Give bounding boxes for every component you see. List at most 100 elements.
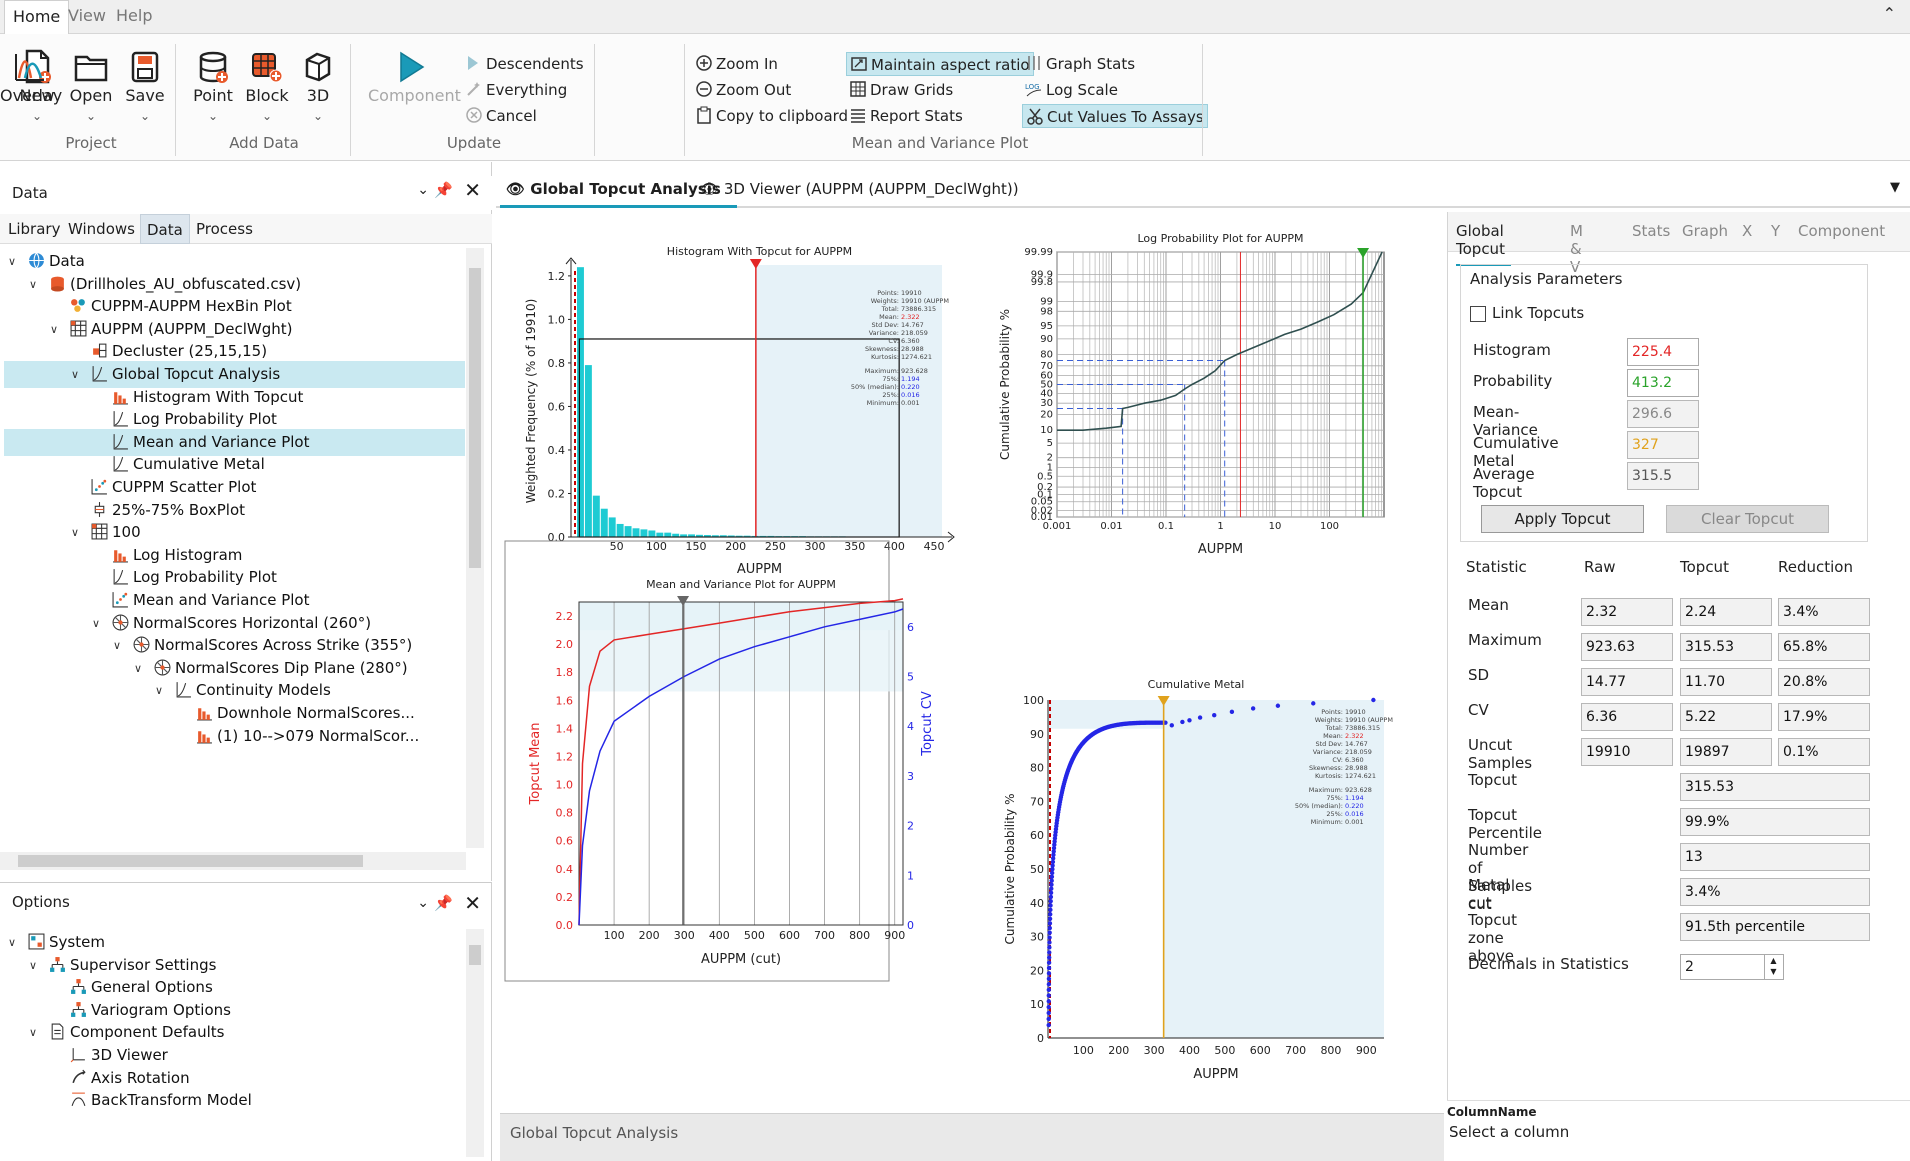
tab-windows[interactable]: Windows: [68, 220, 135, 238]
scrollbar-thumb[interactable]: [18, 855, 363, 867]
line-chart-icon: [92, 366, 107, 382]
tab-data[interactable]: Data: [140, 214, 190, 244]
group-label-add-data: Add Data: [229, 134, 299, 152]
tab-label: 3D Viewer (AUPPM (AUPPM_DeclWght)): [723, 180, 1019, 198]
properties-tab[interactable]: Y: [1771, 222, 1780, 240]
group-label-update: Update: [446, 134, 502, 152]
list-icon: [851, 109, 865, 123]
globe-icon: [29, 252, 44, 269]
log-scale-toggle[interactable]: LOG Log Scale: [1022, 78, 1121, 102]
properties-tab[interactable]: Global Topcut: [1456, 222, 1511, 266]
point-button[interactable]: Point ⌄: [190, 48, 236, 123]
block-button[interactable]: Block ⌄: [244, 48, 290, 123]
compass-icon: [112, 614, 129, 631]
y-tick-label: 0.2: [1037, 482, 1053, 493]
panel-menu-chevron-icon[interactable]: ⌄: [417, 895, 429, 911]
param-value-field[interactable]: 225.4: [1627, 338, 1699, 366]
param-value-field[interactable]: 327: [1627, 431, 1699, 459]
maintain-aspect-ratio-toggle[interactable]: Maintain aspect ratio: [846, 52, 1034, 76]
properties-tab[interactable]: X: [1742, 222, 1752, 240]
mean-variance-chart: 100 200 300 400 500 600 700 800 9000.00.20.40.60…: [504, 540, 935, 982]
scissors-icon: [1027, 108, 1043, 125]
x-tick-label: 200: [639, 929, 660, 942]
maintain-label: Maintain aspect ratio: [871, 56, 1030, 74]
stats-value: 0.001: [901, 399, 920, 407]
close-icon[interactable]: ✕: [464, 178, 481, 202]
collapse-ribbon-icon[interactable]: ⌃: [1883, 4, 1896, 23]
cumulative-point: [1197, 715, 1203, 720]
data-tree-vscrollbar[interactable]: [466, 248, 484, 848]
cumulative-point: [1046, 1004, 1051, 1010]
stats-label: Variance:: [869, 329, 899, 337]
ribbon-separator: [350, 44, 351, 156]
eye-icon: 👁: [506, 180, 526, 198]
cumulative-point: [1180, 719, 1185, 725]
cumulative-metal-chart: 0 10 20 30 40 50 60 70 80 90 100 100 200 300 400 500 600…: [1003, 678, 1393, 1082]
cumulative-point: [1046, 976, 1052, 981]
tab-library[interactable]: Library: [8, 220, 60, 238]
tree-node-label: NormalScores Dip Plane (280°): [175, 658, 408, 677]
tree-node-label: Log Probability Plot: [133, 410, 277, 429]
cumulative-point: [1047, 930, 1052, 935]
tree-node-label: Log Probability Plot: [133, 568, 277, 587]
histogram-icon: [113, 391, 128, 405]
scrollbar-thumb[interactable]: [469, 268, 481, 568]
cancel-label: Cancel: [486, 107, 537, 125]
tab-process[interactable]: Process: [196, 220, 253, 238]
save-button[interactable]: Save ⌄: [122, 48, 168, 123]
cumulative-point: [1049, 870, 1055, 876]
scrollbar-thumb[interactable]: [469, 945, 481, 965]
tab-list-dropdown-icon[interactable]: ▼: [1890, 180, 1900, 195]
stepper-arrows-icon[interactable]: ▲ ▼: [1764, 955, 1782, 979]
draw-grids-toggle[interactable]: Draw Grids: [846, 78, 956, 102]
bottom-tab-global-topcut[interactable]: Global Topcut Analysis: [510, 1124, 678, 1142]
link-topcuts-checkbox[interactable]: [1470, 306, 1486, 322]
cut-values-to-assays-toggle[interactable]: Cut Values To Assays: [1022, 104, 1208, 128]
log-probability-chart: 0.010.020.050.10.20.51251020304050607080…: [998, 232, 1385, 557]
tree-node-label: Data: [49, 252, 85, 270]
properties-tab[interactable]: Graph: [1682, 222, 1728, 240]
cumulative-point: [1047, 945, 1052, 950]
menu-help[interactable]: Help: [108, 0, 160, 34]
properties-tab[interactable]: Component: [1798, 222, 1885, 240]
tree-node[interactable]: (1) 10-->079 NormalScor...: [4, 723, 465, 750]
descendents-button[interactable]: Descendents: [462, 52, 587, 76]
everything-button[interactable]: Everything: [462, 78, 570, 102]
component-button[interactable]: Component: [368, 48, 461, 105]
copy-to-clipboard-button[interactable]: Copy to clipboard: [692, 104, 851, 128]
cancel-button[interactable]: Cancel: [462, 104, 540, 128]
options-vscrollbar[interactable]: [466, 929, 484, 1157]
report-stats-toggle[interactable]: Report Stats: [846, 104, 966, 128]
properties-tab[interactable]: Stats: [1632, 222, 1670, 240]
pin-icon[interactable]: 📌: [434, 181, 453, 199]
close-icon[interactable]: ✕: [464, 891, 481, 915]
param-label: Probability: [1473, 372, 1553, 390]
y-right-axis-title: Topcut CV: [920, 691, 935, 757]
open-button[interactable]: Open ⌄: [68, 48, 114, 123]
graph-stats-toggle[interactable]: Graph Stats: [1022, 52, 1138, 76]
apply-topcut-button[interactable]: Apply Topcut: [1481, 505, 1644, 533]
3d-button[interactable]: 3D ⌄: [298, 48, 338, 123]
data-tree: ∨ Data ∨ (Drillholes_AU_obfuscated.csv) CUPP…: [0, 248, 465, 854]
overlay-button[interactable]: Overlay: [0, 48, 62, 105]
param-value-field[interactable]: 413.2: [1627, 369, 1699, 397]
panel-menu-chevron-icon[interactable]: ⌄: [417, 182, 429, 198]
cumulative-point: [1047, 925, 1052, 931]
param-value-field[interactable]: 296.6: [1627, 400, 1699, 428]
app-window: Home View Help ⌃ New ⌄ Open ⌄ Save ⌄ Projec…: [0, 0, 1910, 1161]
y-left-tick-label: 0.8: [556, 807, 574, 820]
hierarchy-icon: [71, 979, 86, 995]
tree-node[interactable]: BackTransform Model: [4, 1087, 465, 1114]
clear-topcut-button[interactable]: Clear Topcut: [1666, 505, 1829, 533]
table-icon: [91, 523, 108, 540]
x-axis-title: AUPPM (cut): [701, 952, 781, 967]
tab-3d-viewer[interactable]: 👁 3D Viewer (AUPPM (AUPPM_DeclWght)): [700, 172, 1019, 208]
stat-raw-field: 6.36: [1581, 703, 1673, 731]
table-icon: [70, 320, 87, 337]
data-tree-hscrollbar[interactable]: [0, 852, 466, 870]
menu-view[interactable]: View: [60, 0, 114, 34]
zoom-out-button[interactable]: Zoom Out: [692, 78, 794, 102]
cumulative-point: [1046, 1022, 1051, 1028]
pin-icon[interactable]: 📌: [434, 894, 453, 912]
zoom-in-button[interactable]: Zoom In: [692, 52, 781, 76]
